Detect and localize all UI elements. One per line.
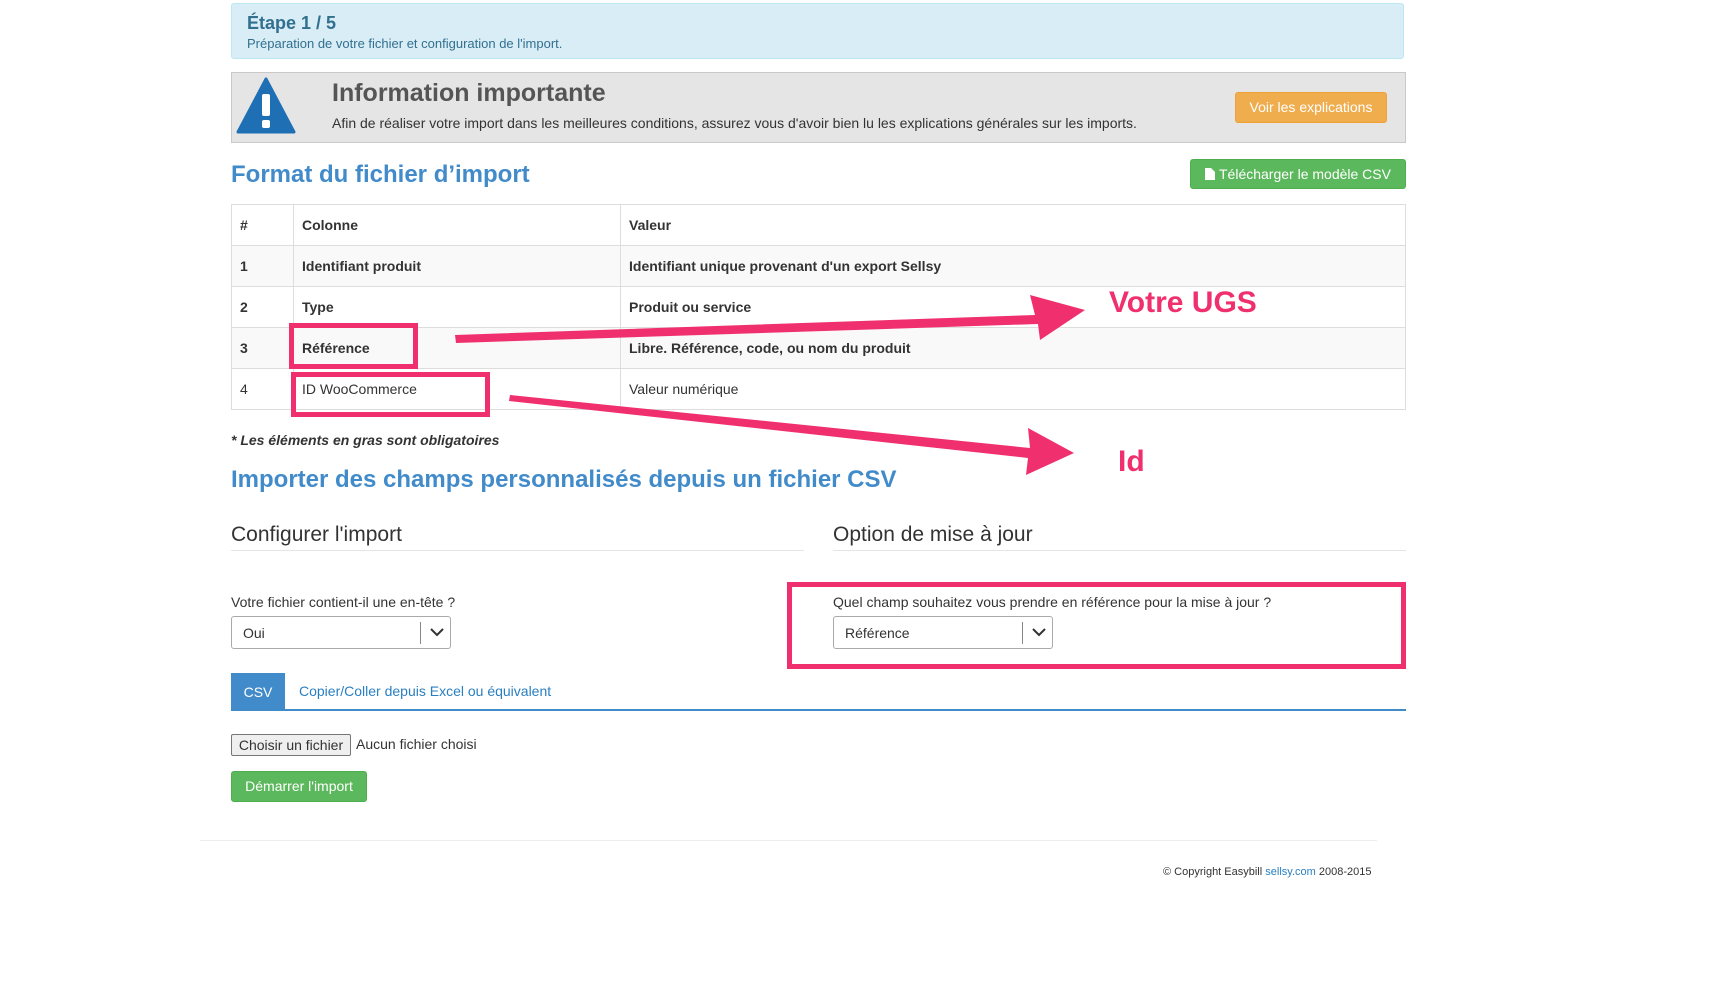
arrow-ugs — [455, 295, 1085, 343]
annotation-arrows — [455, 295, 1085, 475]
arrow-id — [509, 395, 1074, 475]
annotation-id: Id — [1118, 445, 1145, 478]
annotation-votre-ugs: Votre UGS — [1109, 286, 1257, 319]
